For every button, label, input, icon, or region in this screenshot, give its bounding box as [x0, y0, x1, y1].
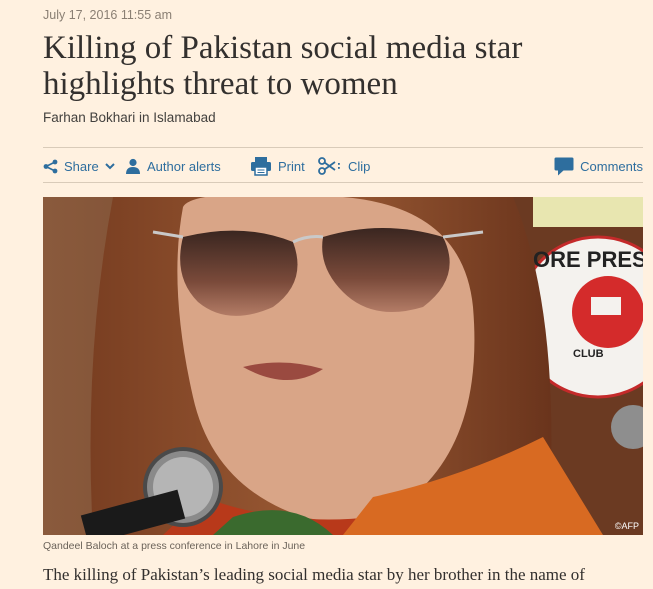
author-alerts-label: Author alerts [147, 158, 221, 174]
share-icon [43, 159, 58, 174]
share-button[interactable]: Share [43, 150, 115, 182]
share-label: Share [64, 158, 99, 174]
sign-text-club: CLUB [573, 348, 604, 360]
byline: Farhan Bokhari in Islamabad [43, 110, 216, 125]
comments-label: Comments [580, 158, 643, 174]
divider-bottom [43, 182, 643, 183]
sign-text-top: ORE PRES [533, 247, 643, 272]
person-icon [125, 158, 141, 174]
author-alerts-button[interactable]: Author alerts [125, 150, 221, 182]
photo-caption: Qandeel Baloch at a press conference in … [43, 540, 306, 552]
headline: Killing of Pakistan social media star hi… [43, 30, 523, 102]
article-photo: ORE PRES CLUB ©AFP [43, 197, 643, 535]
printer-icon [250, 156, 272, 176]
clip-button[interactable]: Clip [318, 150, 370, 182]
clip-label: Clip [348, 158, 371, 174]
divider-top [43, 147, 643, 148]
article-date: July 17, 2016 11:55 am [43, 8, 173, 22]
print-label: Print [278, 158, 305, 174]
article-toolbar: Share Author alerts Print Clip Comments [43, 150, 643, 182]
photo-illustration: ORE PRES CLUB ©AFP [43, 197, 643, 535]
print-button[interactable]: Print [250, 150, 305, 182]
photo-credit: ©AFP [615, 521, 639, 531]
comment-icon [554, 157, 574, 176]
comments-button[interactable]: Comments [554, 150, 643, 182]
article-body: The killing of Pakistan’s leading social… [43, 565, 585, 584]
scissors-icon [318, 157, 342, 175]
chevron-down-icon [104, 162, 115, 170]
